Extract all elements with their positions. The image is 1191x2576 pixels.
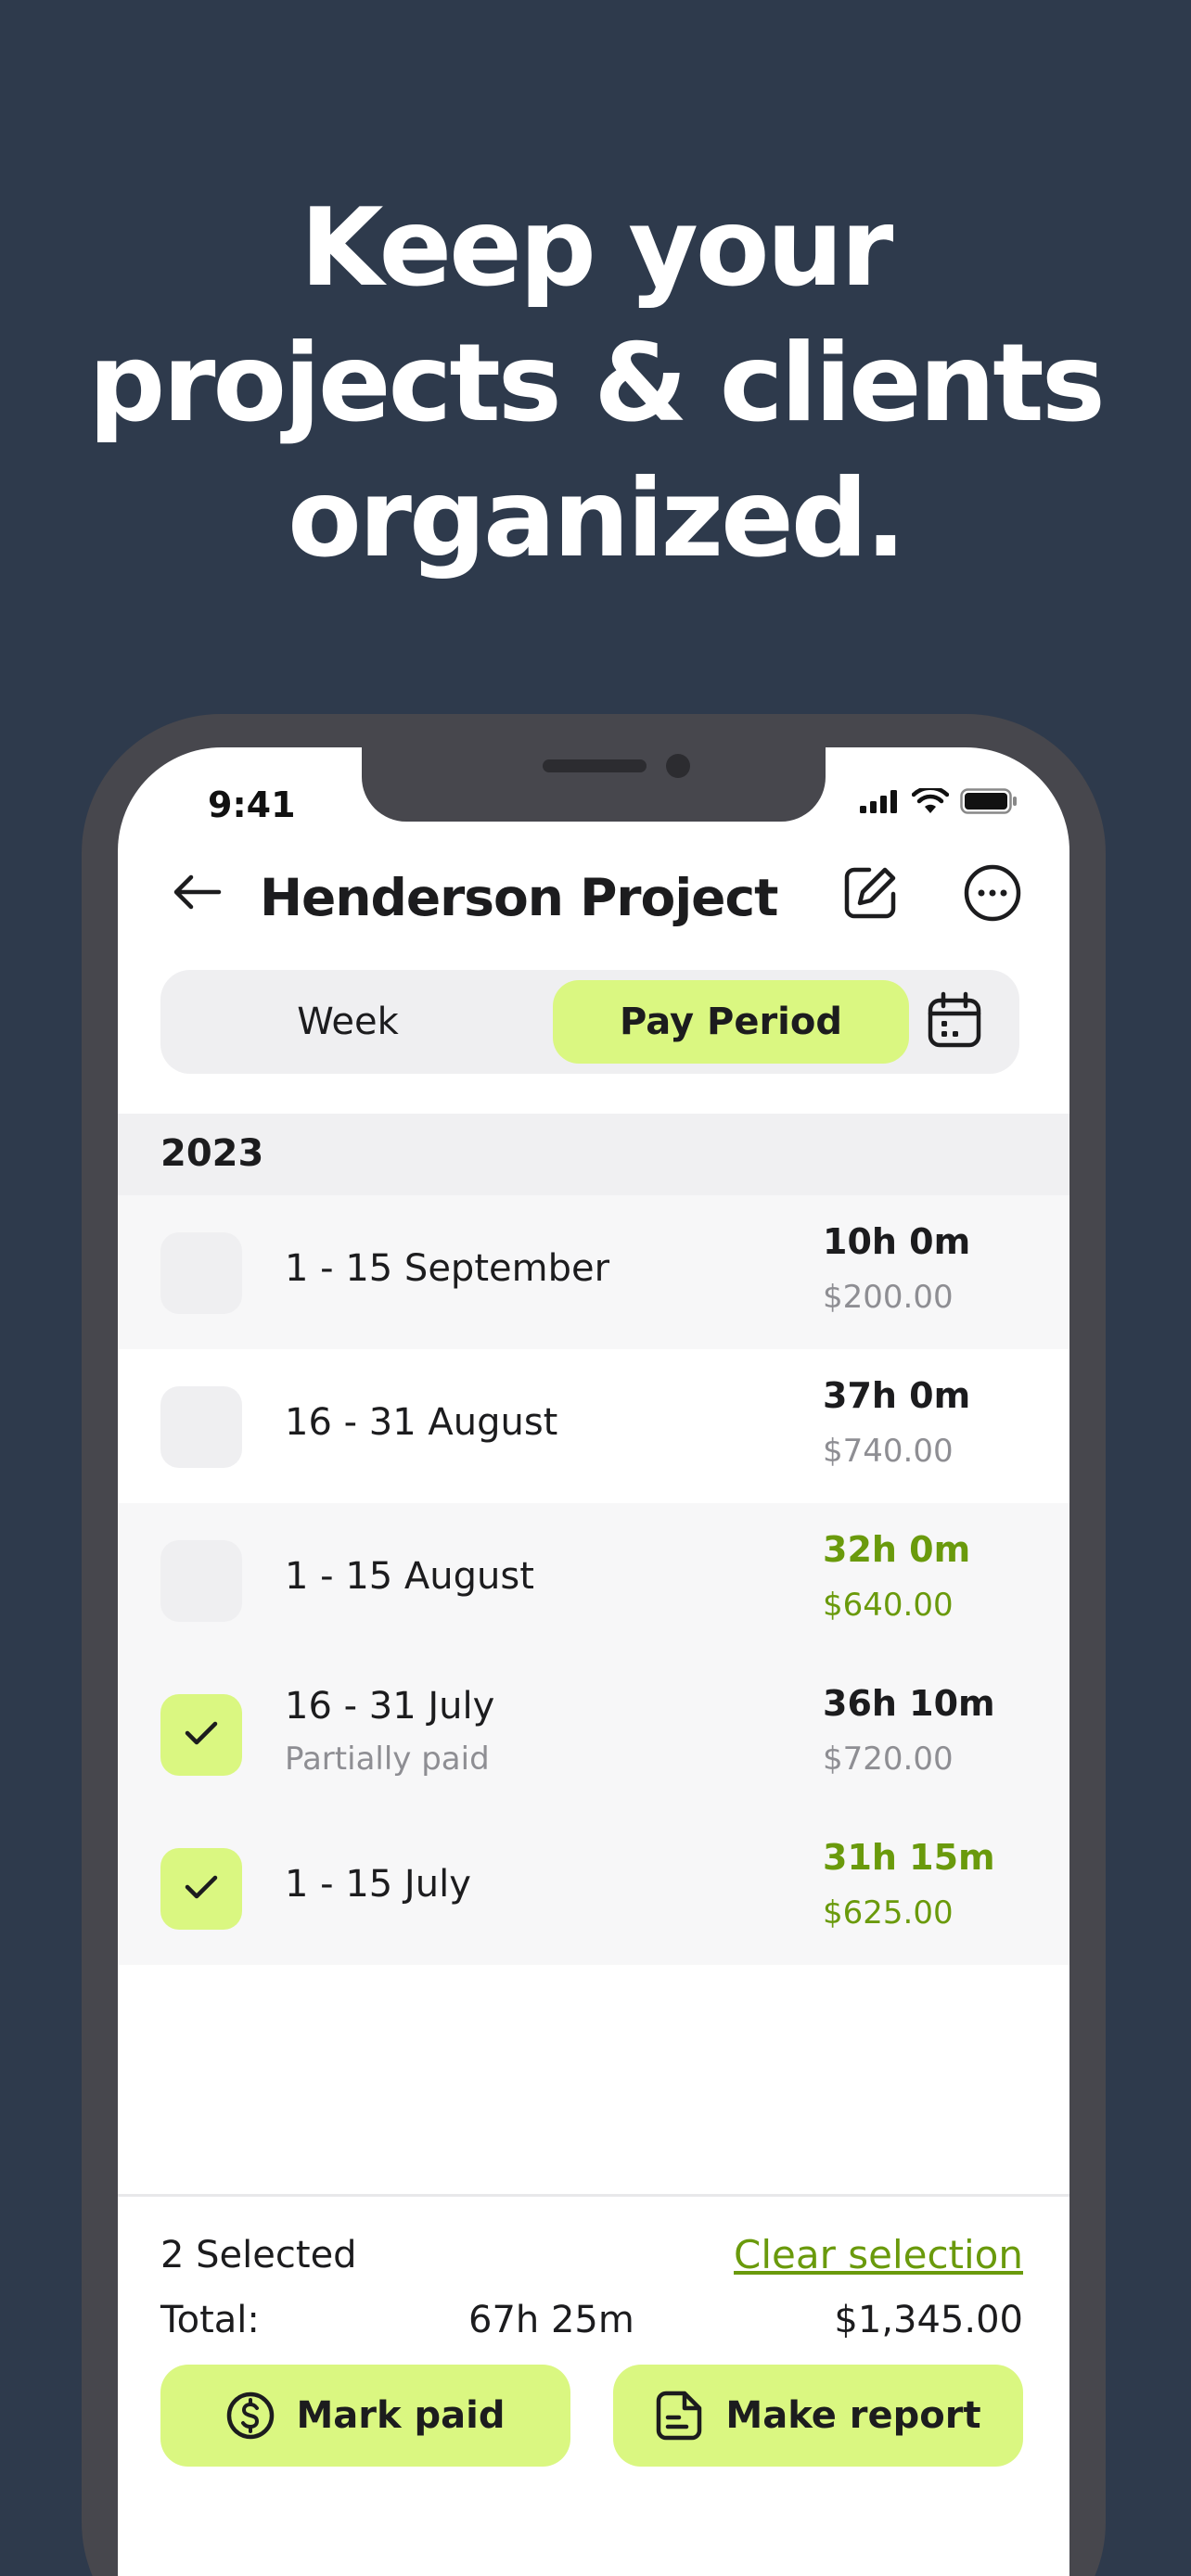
- phone-screen: 9:41 Henderson Project Week Pay Period 2…: [118, 747, 1069, 2576]
- page-title: Henderson Project: [260, 868, 778, 927]
- hours-value: 10h 0m: [823, 1221, 971, 1262]
- headline-line-1: Keep your: [300, 185, 894, 311]
- period-label: 16 - 31 August: [285, 1401, 558, 1444]
- amount-value: $640.00: [823, 1587, 954, 1624]
- calendar-button[interactable]: [923, 990, 986, 1053]
- section-year: 2023: [160, 1132, 264, 1175]
- cellular-signal-icon: [860, 789, 901, 817]
- period-label: 1 - 15 September: [285, 1247, 610, 1290]
- row-checkbox[interactable]: [160, 1386, 242, 1468]
- total-hours: 67h 25m: [468, 2299, 634, 2341]
- total-label: Total:: [160, 2299, 260, 2341]
- phone-speaker: [543, 759, 647, 772]
- report-icon: [655, 2390, 705, 2442]
- tab-pay-period[interactable]: Pay Period: [553, 980, 909, 1064]
- selection-bottom-bar: 2 Selected Clear selection Total: 67h 25…: [118, 2194, 1069, 2576]
- row-checkbox[interactable]: [160, 1232, 242, 1314]
- calendar-icon: [927, 991, 982, 1052]
- period-label: 1 - 15 July: [285, 1863, 471, 1906]
- period-label: 16 - 31 July: [285, 1685, 495, 1728]
- battery-icon: [960, 788, 1018, 818]
- headline-line-2: projects & clients: [88, 321, 1106, 446]
- edit-button[interactable]: [839, 864, 901, 925]
- headline-line-3: organized.: [288, 456, 906, 581]
- list-item[interactable]: 1 - 15 September 10h 0m $200.00: [118, 1195, 1069, 1349]
- payment-status: Partially paid: [285, 1741, 490, 1778]
- amount-value: $740.00: [823, 1433, 954, 1470]
- make-report-label: Make report: [725, 2394, 981, 2437]
- mark-paid-button[interactable]: Mark paid: [160, 2365, 570, 2467]
- phone-notch: [362, 747, 826, 822]
- row-checkbox[interactable]: [160, 1848, 242, 1930]
- phone-camera: [666, 754, 690, 778]
- clear-selection-link[interactable]: Clear selection: [734, 2232, 1023, 2277]
- wifi-icon: [911, 785, 950, 818]
- more-icon: [963, 863, 1022, 926]
- row-checkbox[interactable]: [160, 1694, 242, 1776]
- hours-value: 36h 10m: [823, 1683, 995, 1724]
- amount-value: $625.00: [823, 1894, 954, 1932]
- status-time: 9:41: [208, 784, 296, 825]
- hours-value: 37h 0m: [823, 1375, 971, 1416]
- arrow-left-icon: [171, 874, 223, 914]
- back-button[interactable]: [169, 866, 224, 922]
- hours-value: 32h 0m: [823, 1529, 971, 1570]
- list-item[interactable]: 16 - 31 July Partially paid 36h 10m $720…: [118, 1657, 1069, 1811]
- checkmark-icon: [183, 1718, 220, 1752]
- make-report-button[interactable]: Make report: [613, 2365, 1023, 2467]
- list-item[interactable]: 16 - 31 August 37h 0m $740.00: [118, 1349, 1069, 1503]
- mark-paid-label: Mark paid: [296, 2394, 506, 2437]
- headline: Keep your projects & clients organized.: [0, 181, 1191, 587]
- selected-count: 2 Selected: [160, 2234, 357, 2276]
- dollar-icon: [225, 2391, 275, 2441]
- status-icons: [860, 785, 1018, 818]
- list-item[interactable]: 1 - 15 August 32h 0m $640.00: [118, 1503, 1069, 1657]
- more-button[interactable]: [962, 864, 1023, 925]
- row-checkbox[interactable]: [160, 1540, 242, 1622]
- checkmark-icon: [183, 1872, 220, 1906]
- list-item[interactable]: 1 - 15 July 31h 15m $625.00: [118, 1811, 1069, 1965]
- total-amount: $1,345.00: [834, 2299, 1023, 2341]
- section-header: 2023: [118, 1114, 1069, 1195]
- period-segmented-control: Week Pay Period: [160, 970, 1019, 1074]
- hours-value: 31h 15m: [823, 1837, 995, 1878]
- tab-week[interactable]: Week: [160, 977, 535, 1066]
- amount-value: $200.00: [823, 1279, 954, 1316]
- amount-value: $720.00: [823, 1741, 954, 1778]
- edit-icon: [841, 864, 899, 925]
- period-label: 1 - 15 August: [285, 1555, 534, 1598]
